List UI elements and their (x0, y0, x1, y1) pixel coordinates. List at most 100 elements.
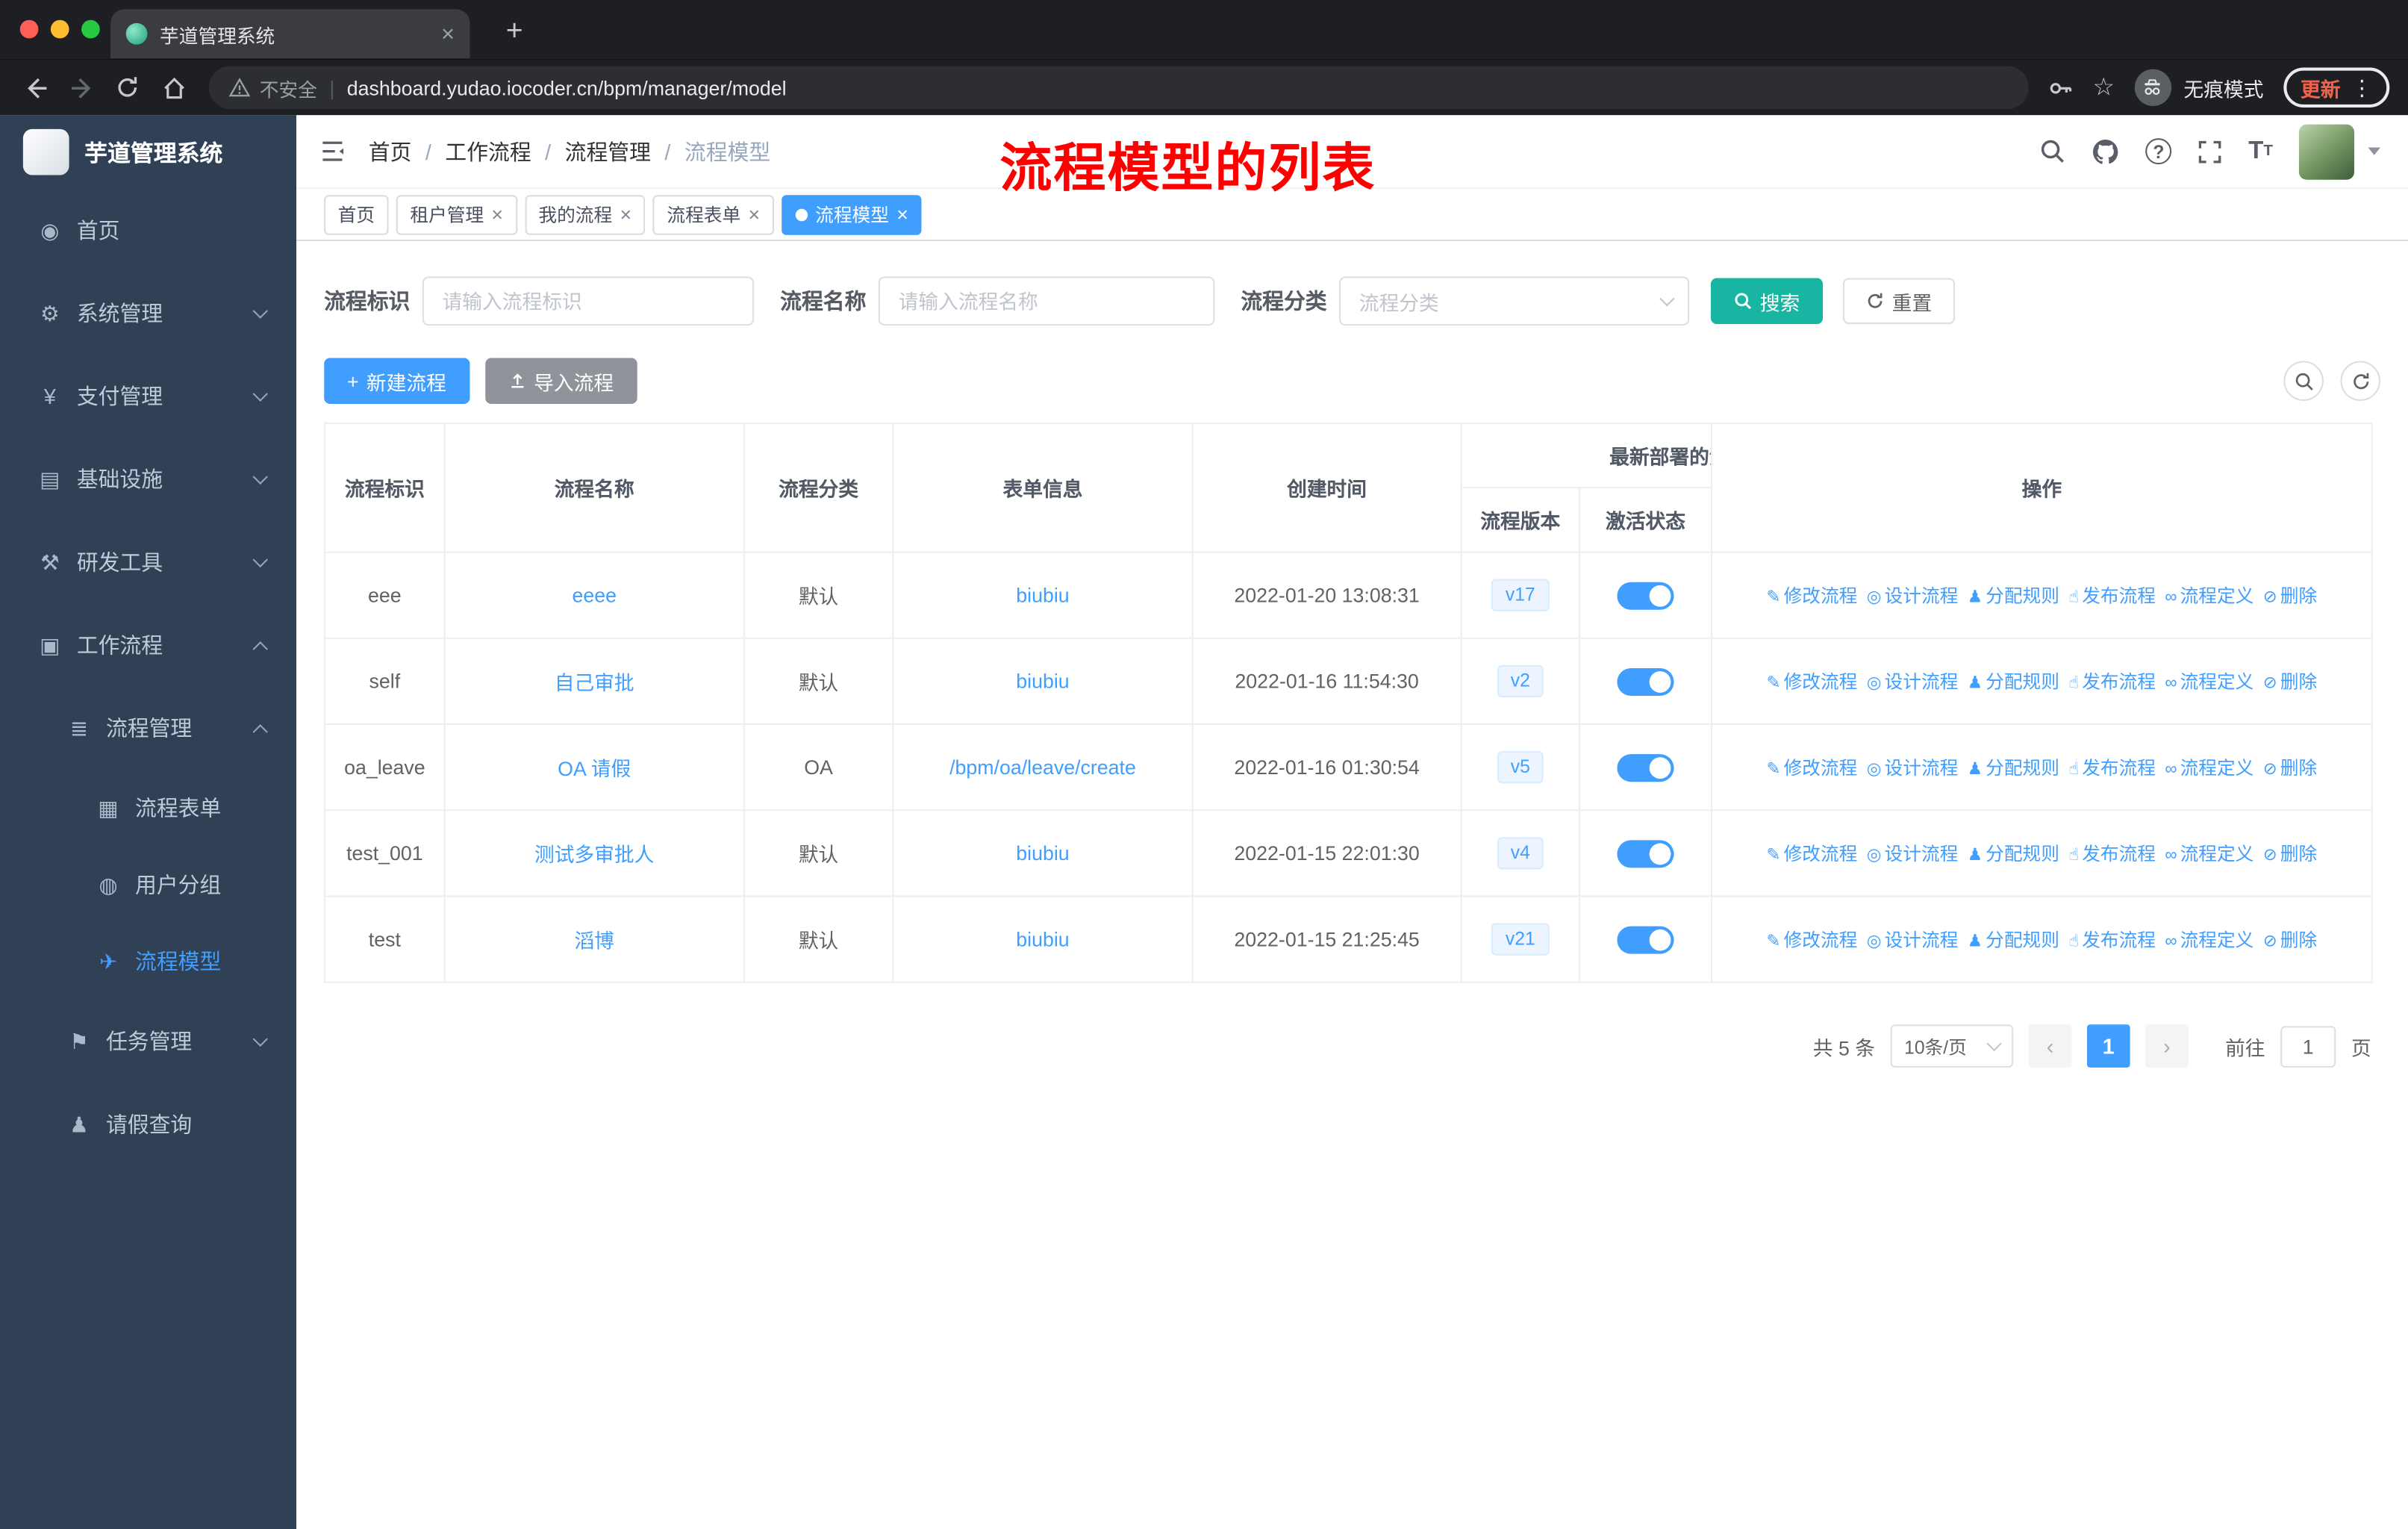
delete-button[interactable]: ⊘ 删除 (2263, 929, 2317, 951)
sidebar-item-infrastructure[interactable]: ▤ 基础设施 (0, 437, 296, 520)
tag-流程表单[interactable]: 流程表单 × (652, 194, 774, 234)
browser-update-button[interactable]: 更新 ⋮ (2283, 67, 2390, 108)
minimize-window-button[interactable] (50, 19, 69, 39)
process-name-link[interactable]: eeee (572, 584, 617, 607)
process-name-link[interactable]: 测试多审批人 (534, 844, 655, 867)
sidebar-item-task-management[interactable]: ⚑ 任务管理 (0, 1000, 296, 1083)
publish-process-button[interactable]: ☝ 发布流程 (2068, 929, 2156, 951)
delete-button[interactable]: ⊘ 删除 (2263, 757, 2317, 779)
browser-menu-icon[interactable]: ⋮ (2351, 75, 2373, 101)
process-category-select[interactable]: 流程分类 (1339, 276, 1690, 326)
assign-rules-button[interactable]: ♟ 分配规则 (1968, 757, 2059, 779)
tag-我的流程[interactable]: 我的流程 × (524, 194, 646, 234)
tag-租户管理[interactable]: 租户管理 × (396, 194, 517, 234)
modify-process-button[interactable]: ✎ 修改流程 (1766, 929, 1857, 951)
form-info-link[interactable]: biubiu (1016, 670, 1069, 693)
fullscreen-icon[interactable] (2198, 139, 2222, 164)
delete-button[interactable]: ⊘ 删除 (2263, 585, 2317, 607)
assign-rules-button[interactable]: ♟ 分配规则 (1968, 671, 2059, 693)
modify-process-button[interactable]: ✎ 修改流程 (1766, 757, 1857, 779)
design-process-button[interactable]: ◎ 设计流程 (1867, 757, 1959, 779)
sidebar-item-workflow[interactable]: ▣ 工作流程 (0, 604, 296, 687)
sidebar-item-dev-tools[interactable]: ⚒ 研发工具 (0, 520, 296, 603)
sidebar-item-process-management[interactable]: ≣ 流程管理 (0, 687, 296, 770)
design-process-button[interactable]: ◎ 设计流程 (1867, 671, 1959, 693)
page-size-select[interactable]: 10条/页 (1890, 1024, 2014, 1068)
sidebar-item-home[interactable]: ◉ 首页 (0, 189, 296, 272)
activation-toggle[interactable] (1617, 667, 1674, 695)
collapse-sidebar-icon[interactable] (318, 137, 347, 166)
process-definition-button[interactable]: ∞ 流程定义 (2165, 929, 2253, 951)
process-name-link[interactable]: 滔博 (574, 929, 614, 953)
close-window-button[interactable] (19, 19, 39, 39)
process-definition-button[interactable]: ∞ 流程定义 (2165, 757, 2253, 779)
publish-process-button[interactable]: ☝ 发布流程 (2068, 585, 2156, 607)
activation-toggle[interactable] (1617, 925, 1674, 953)
goto-page-input[interactable] (2280, 1025, 2336, 1067)
sidebar-item-process-form[interactable]: ▦ 流程表单 (0, 770, 296, 847)
bookmark-star-icon[interactable]: ☆ (2092, 72, 2115, 103)
key-icon[interactable] (2047, 75, 2073, 101)
publish-process-button[interactable]: ☝ 发布流程 (2068, 757, 2156, 779)
import-process-button[interactable]: 导入流程 (484, 358, 637, 405)
next-page-button[interactable]: › (2145, 1024, 2189, 1068)
assign-rules-button[interactable]: ♟ 分配规则 (1968, 585, 2059, 607)
breadcrumb-item[interactable]: 工作流程 (445, 136, 531, 166)
back-icon[interactable] (12, 64, 58, 110)
toggle-search-icon[interactable] (2283, 361, 2324, 401)
create-process-button[interactable]: + 新建流程 (324, 358, 470, 405)
form-info-link[interactable]: biubiu (1016, 584, 1069, 607)
close-icon[interactable]: × (896, 205, 908, 225)
search-button[interactable]: 搜索 (1710, 278, 1824, 325)
tag-首页[interactable]: 首页 (324, 194, 389, 234)
breadcrumb-item[interactable]: 首页 (369, 136, 412, 166)
tag-流程模型[interactable]: 流程模型 × (781, 194, 923, 234)
assign-rules-button[interactable]: ♟ 分配规则 (1968, 929, 2059, 951)
sidebar-item-payment-management[interactable]: ¥ 支付管理 (0, 355, 296, 437)
form-info-link[interactable]: biubiu (1016, 928, 1069, 951)
new-tab-button[interactable]: + (494, 12, 534, 52)
modify-process-button[interactable]: ✎ 修改流程 (1766, 844, 1857, 865)
close-tab-icon[interactable]: × (441, 22, 455, 46)
close-icon[interactable]: × (620, 205, 631, 225)
close-icon[interactable]: × (491, 205, 503, 225)
reload-icon[interactable] (105, 64, 151, 110)
form-info-link[interactable]: biubiu (1016, 841, 1069, 865)
process-name-link[interactable]: 自己审批 (555, 671, 634, 694)
search-icon[interactable] (2039, 138, 2065, 164)
form-info-link[interactable]: /bpm/oa/leave/create (949, 756, 1136, 779)
home-icon[interactable] (151, 64, 197, 110)
activation-toggle[interactable] (1617, 581, 1674, 609)
address-bar[interactable]: 不安全 | dashboard.yudao.iocoder.cn/bpm/man… (208, 66, 2029, 110)
font-size-icon[interactable]: TT (2248, 137, 2273, 165)
maximize-window-button[interactable] (81, 19, 100, 39)
publish-process-button[interactable]: ☝ 发布流程 (2068, 844, 2156, 865)
activation-toggle[interactable] (1617, 839, 1674, 868)
process-name-link[interactable]: OA 请假 (558, 757, 631, 780)
refresh-icon[interactable] (2340, 361, 2380, 401)
forward-icon[interactable] (58, 64, 105, 110)
reset-button[interactable]: 重置 (1842, 278, 1956, 325)
activation-toggle[interactable] (1617, 753, 1674, 782)
assign-rules-button[interactable]: ♟ 分配规则 (1968, 844, 2059, 865)
prev-page-button[interactable]: ‹ (2028, 1024, 2072, 1068)
help-icon[interactable]: ? (2145, 138, 2172, 165)
process-name-input[interactable] (878, 276, 1215, 326)
design-process-button[interactable]: ◎ 设计流程 (1867, 929, 1959, 951)
sidebar-item-leave-query[interactable]: ♟ 请假查询 (0, 1083, 296, 1165)
modify-process-button[interactable]: ✎ 修改流程 (1766, 585, 1857, 607)
design-process-button[interactable]: ◎ 设计流程 (1867, 585, 1959, 607)
page-number-button[interactable]: 1 (2086, 1024, 2130, 1068)
breadcrumb-item[interactable]: 流程管理 (565, 136, 651, 166)
design-process-button[interactable]: ◎ 设计流程 (1867, 844, 1959, 865)
sidebar-item-process-model[interactable]: ✈ 流程模型 (0, 923, 296, 1000)
browser-tab[interactable]: 芋道管理系统 × (110, 9, 470, 59)
process-definition-button[interactable]: ∞ 流程定义 (2165, 671, 2253, 693)
close-icon[interactable]: × (748, 205, 760, 225)
security-chip[interactable]: 不安全 (228, 73, 317, 102)
process-key-input[interactable] (422, 276, 755, 326)
process-definition-button[interactable]: ∞ 流程定义 (2165, 585, 2253, 607)
user-avatar[interactable] (2298, 123, 2354, 179)
delete-button[interactable]: ⊘ 删除 (2263, 844, 2317, 865)
modify-process-button[interactable]: ✎ 修改流程 (1766, 671, 1857, 693)
